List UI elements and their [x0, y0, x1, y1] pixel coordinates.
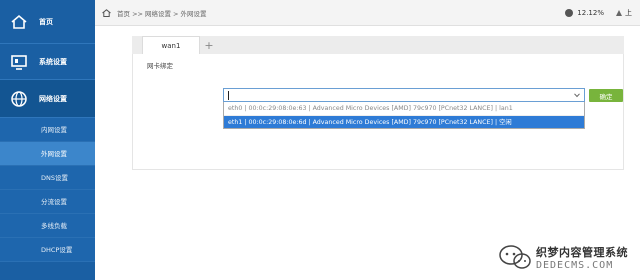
- sidebar-subitem-dhcp[interactable]: DHCP设置: [0, 238, 95, 262]
- sidebar-item-system-settings[interactable]: 系统设置: [0, 44, 95, 80]
- sidebar-subitem-dns[interactable]: DNS设置: [0, 166, 95, 190]
- sidebar-item-home[interactable]: 首页: [0, 0, 95, 44]
- sidebar-item-label: 系统设置: [39, 57, 67, 66]
- nic-dropdown-list: eth0 | 00:0c:29:08:0e:63 | Advanced Micr…: [223, 102, 585, 129]
- breadcrumb: 首页 >> 网络设置 > 外网设置: [95, 8, 208, 18]
- home-icon[interactable]: [102, 8, 111, 17]
- sidebar-subitem-lan[interactable]: 内网设置: [0, 118, 95, 142]
- cpu-value: 12.12%: [577, 9, 604, 17]
- add-tab-icon[interactable]: +: [202, 36, 216, 54]
- chevron-down-icon[interactable]: [574, 92, 580, 98]
- cpu-icon: [565, 9, 574, 17]
- watermark-main: 织梦内容管理系统: [536, 245, 628, 259]
- nic-select[interactable]: [223, 88, 585, 102]
- status-area: 12.12% 上: [565, 0, 632, 26]
- upload-status: 上: [616, 8, 632, 18]
- sidebar-subitem-load-balance[interactable]: 多线负载: [0, 214, 95, 238]
- dropdown-option-eth0[interactable]: eth0 | 00:0c:29:08:0e:63 | Advanced Micr…: [224, 102, 584, 115]
- breadcrumb-home[interactable]: 首页 >>: [117, 8, 143, 18]
- sidebar-submenu: 内网设置 外网设置 DNS设置 分流设置 多线负载 DHCP设置: [0, 118, 95, 262]
- breadcrumb-network[interactable]: 网络设置 >: [145, 8, 179, 18]
- watermark-text: 织梦内容管理系统 DEDECMS.COM: [536, 244, 628, 271]
- sidebar-item-label: 网络设置: [39, 94, 67, 103]
- watermark: 织梦内容管理系统 DEDECMS.COM: [498, 242, 628, 272]
- sidebar-subitem-split[interactable]: 分流设置: [0, 190, 95, 214]
- tab-bar: wan1 +: [132, 36, 624, 54]
- text-cursor: [228, 91, 229, 100]
- sidebar-item-label: 首页: [39, 17, 53, 26]
- dedecms-logo-icon: [498, 242, 532, 272]
- breadcrumb-current: 外网设置: [180, 9, 207, 18]
- tab-content: 网卡绑定 eth0 | 00:0c:29:08:0e:63 | Advanced…: [132, 54, 624, 170]
- dropdown-option-eth1[interactable]: eth1 | 00:0c:29:08:0e:6d | Advanced Micr…: [224, 115, 584, 128]
- sidebar-subitem-wan[interactable]: 外网设置: [0, 142, 95, 166]
- globe-icon: [9, 90, 29, 108]
- home-icon: [9, 13, 29, 31]
- tab-wan1[interactable]: wan1: [142, 36, 200, 54]
- top-bar: 首页 >> 网络设置 > 外网设置 12.12% 上: [95, 0, 640, 26]
- upload-icon: [616, 10, 622, 16]
- watermark-sub: DEDECMS.COM: [536, 259, 614, 271]
- sidebar: 首页 系统设置 网络设置 内网设置 外网设置 DNS设置 分流设置 多线负载 D…: [0, 0, 95, 280]
- upload-label: 上: [625, 9, 632, 17]
- confirm-button[interactable]: 确定: [589, 89, 623, 102]
- nic-binding-label: 网卡绑定: [147, 62, 173, 70]
- cpu-usage: 12.12%: [565, 9, 604, 17]
- sidebar-item-network-settings[interactable]: 网络设置: [0, 80, 95, 118]
- monitor-icon: [9, 53, 29, 71]
